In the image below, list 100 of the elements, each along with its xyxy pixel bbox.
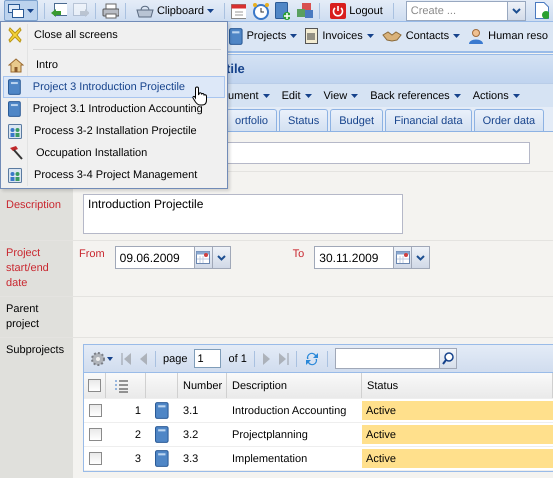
menu-item[interactable]: Human reso xyxy=(468,28,548,44)
status-cell: Active xyxy=(362,401,553,420)
row-checkbox[interactable] xyxy=(88,404,102,417)
book-icon xyxy=(229,28,243,45)
calendar-icon[interactable] xyxy=(396,251,410,264)
table-cell-text: Implementation xyxy=(231,452,308,466)
menu-item[interactable]: Contacts xyxy=(382,29,460,44)
chevron-down-icon[interactable] xyxy=(512,8,521,14)
menu-item[interactable]: Process 3-4 Project Management xyxy=(3,164,225,186)
row-number: 3 xyxy=(134,452,142,466)
menu-item[interactable]: Edit xyxy=(282,90,312,102)
back-icon[interactable] xyxy=(50,3,67,18)
page-field[interactable]: 1 xyxy=(194,349,222,368)
person-icon xyxy=(468,28,484,44)
table-cell-text: Projectplanning xyxy=(231,428,309,442)
book-icon xyxy=(155,426,169,443)
date-picker[interactable]: 30.11.2009 xyxy=(314,246,430,269)
field-label: Description xyxy=(6,198,62,213)
search-button[interactable] xyxy=(438,349,456,368)
search-icon xyxy=(442,352,454,365)
book-icon xyxy=(8,101,21,117)
menu-item[interactable]: Projects xyxy=(229,28,298,45)
print-icon[interactable] xyxy=(102,2,120,18)
field-label: From xyxy=(79,248,105,260)
book-icon xyxy=(155,402,169,419)
tab[interactable]: Budget xyxy=(330,109,384,131)
menu-item[interactable]: ument xyxy=(228,90,270,102)
menu-item[interactable]: View xyxy=(324,90,358,102)
table-cell-text: Introduction Accounting xyxy=(231,404,348,418)
house-icon xyxy=(8,58,24,72)
menu-item[interactable]: Project 3 Introduction Projectile xyxy=(3,76,225,98)
hammer-icon xyxy=(8,145,24,161)
search-field[interactable] xyxy=(334,348,457,369)
row-number: 1 xyxy=(134,404,142,418)
menu-item[interactable]: Back references xyxy=(370,90,461,102)
caret-icon xyxy=(512,94,520,98)
caret-icon xyxy=(304,94,312,98)
book-add-icon[interactable] xyxy=(275,2,290,20)
logout-button[interactable]: Logout xyxy=(326,0,387,21)
menu-item[interactable]: Occupation Installation xyxy=(3,142,225,164)
page-count: of 1 xyxy=(228,352,247,364)
select-all-checkbox[interactable] xyxy=(88,379,101,392)
menu-item[interactable]: Project 3.1 Introduction Accounting xyxy=(3,98,225,120)
field-label: Parent project xyxy=(6,302,40,332)
column-header[interactable]: Number xyxy=(178,373,227,398)
caret-icon xyxy=(454,94,461,98)
column-header[interactable]: Description xyxy=(227,373,362,398)
chevron-down-icon[interactable] xyxy=(416,254,426,260)
caret-icon xyxy=(207,8,214,12)
windows-stack-icon xyxy=(8,4,24,18)
last-page-icon[interactable] xyxy=(278,352,289,364)
handshake-icon xyxy=(382,29,402,44)
menu-item[interactable]: Invoices xyxy=(305,28,374,44)
tab[interactable]: Status xyxy=(279,109,328,131)
caret-icon xyxy=(351,94,358,98)
cubes-icon[interactable] xyxy=(296,2,314,19)
tab[interactable]: ortfolio xyxy=(226,109,278,131)
new-document-icon[interactable] xyxy=(534,2,549,19)
row-number: 2 xyxy=(134,428,142,442)
pager-label: page xyxy=(163,352,188,364)
menu-item[interactable]: Process 3-2 Installation Projectile xyxy=(3,120,225,142)
alarm-clock-icon[interactable] xyxy=(252,2,270,20)
create-combo[interactable]: Create ... xyxy=(406,0,526,20)
basket-icon xyxy=(136,4,154,18)
clipboard-people-icon xyxy=(8,167,22,183)
column-header[interactable]: Status xyxy=(362,373,553,398)
power-icon xyxy=(330,2,346,18)
clipboard-button[interactable]: Clipboard xyxy=(132,0,218,21)
close-icon xyxy=(8,27,22,43)
caret-icon xyxy=(290,34,298,38)
tab[interactable]: Financial data xyxy=(385,109,472,131)
caret-icon xyxy=(366,34,374,38)
table-cell-text: 3.2 xyxy=(182,428,200,442)
refresh-icon[interactable] xyxy=(304,350,320,366)
calendar-icon[interactable] xyxy=(196,251,210,264)
chevron-down-icon[interactable] xyxy=(216,254,226,260)
numbered-list-icon xyxy=(114,378,129,392)
row-checkbox[interactable] xyxy=(88,428,102,441)
description-field[interactable]: Introduction Projectile xyxy=(83,194,403,234)
date-picker[interactable]: 09.06.2009 xyxy=(114,246,231,269)
table-cell-text: 3.1 xyxy=(182,404,200,418)
caret-icon xyxy=(262,94,270,98)
clipboard-people-icon xyxy=(8,123,22,139)
menu-item[interactable]: Close all screens xyxy=(3,24,225,46)
first-page-icon[interactable] xyxy=(121,352,132,364)
menu-item[interactable]: Intro xyxy=(3,54,225,76)
windows-menu-button[interactable] xyxy=(4,0,38,21)
caret-icon xyxy=(453,34,460,38)
tab[interactable]: Order data xyxy=(474,109,544,131)
status-cell: Active xyxy=(362,425,553,444)
menu-item[interactable]: Actions xyxy=(472,90,520,102)
row-checkbox[interactable] xyxy=(88,452,102,465)
calendar-icon[interactable] xyxy=(230,2,246,18)
book-icon xyxy=(8,79,21,95)
book-icon xyxy=(155,450,169,467)
table-cell-text: 3.3 xyxy=(182,452,200,466)
gear-icon[interactable] xyxy=(90,350,114,366)
field-label: Project start/end date xyxy=(6,246,50,291)
field-label: Subprojects xyxy=(6,343,66,358)
invoice-icon xyxy=(305,28,318,44)
